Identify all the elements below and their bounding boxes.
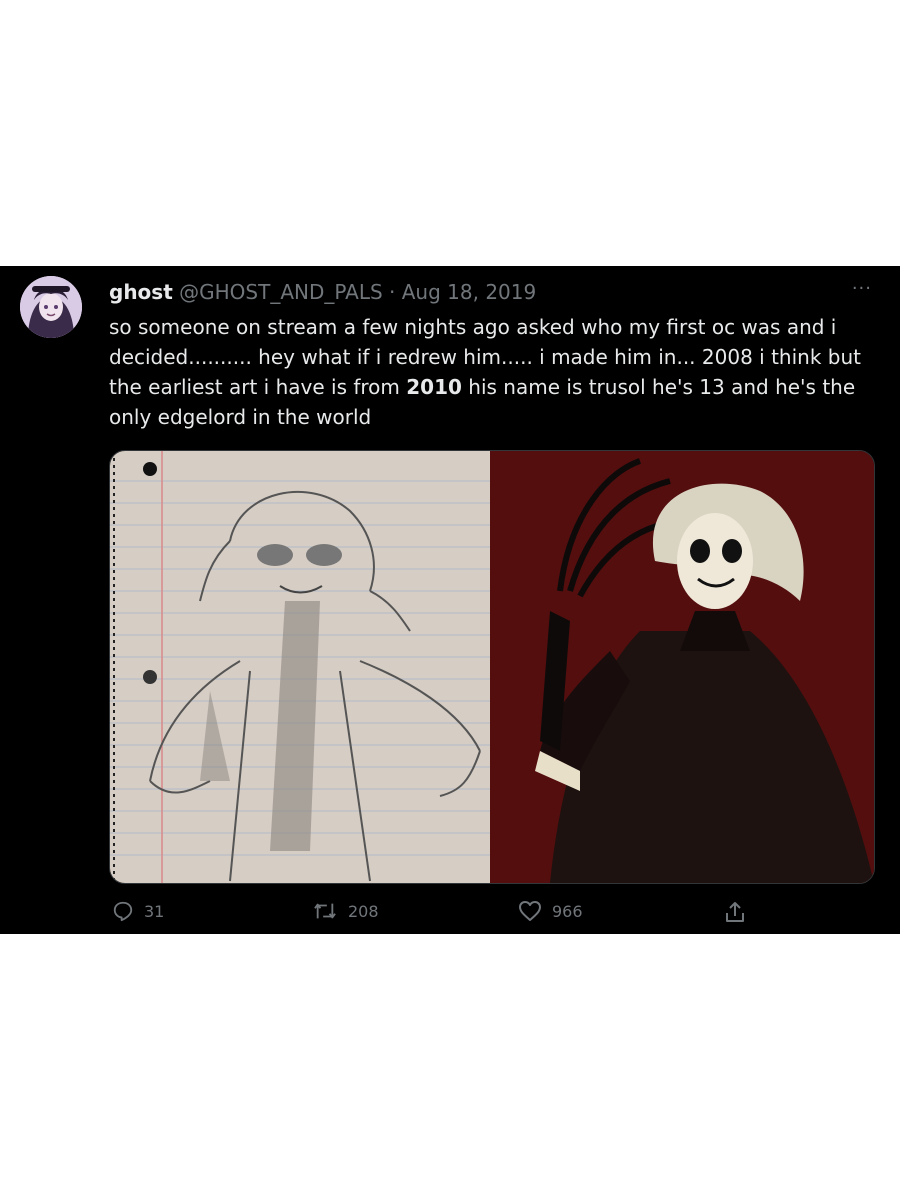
retweet-button[interactable]: 208 (312, 900, 379, 922)
reply-icon (113, 901, 133, 922)
tweet-text: so someone on stream a few nights ago as… (109, 312, 879, 432)
action-bar: 31 208 966 (0, 894, 900, 934)
tweet-media[interactable] (109, 450, 875, 884)
share-icon (726, 902, 744, 922)
tweet-card[interactable]: ghost @GHOST_AND_PALS · Aug 18, 2019 ···… (0, 266, 900, 934)
tweet-text-bold: 2010 (406, 375, 462, 399)
display-name[interactable]: ghost (109, 280, 173, 304)
avatar-image (20, 276, 82, 338)
reply-button[interactable]: 31 (112, 900, 164, 922)
reply-count: 31 (144, 901, 165, 921)
like-count: 966 (552, 901, 583, 921)
tweet-date[interactable]: Aug 18, 2019 (402, 280, 536, 304)
handle[interactable]: @GHOST_AND_PALS (179, 280, 383, 304)
heart-icon (519, 901, 541, 921)
retweet-icon (314, 903, 336, 919)
share-button[interactable] (724, 900, 746, 924)
retweet-count: 208 (348, 901, 379, 921)
more-icon[interactable]: ··· (852, 278, 872, 299)
tweet-header: ghost @GHOST_AND_PALS · Aug 18, 2019 (109, 280, 536, 304)
like-button[interactable]: 966 (518, 900, 583, 922)
avatar[interactable] (20, 276, 82, 338)
separator: · (389, 280, 396, 304)
media-image (110, 451, 874, 883)
